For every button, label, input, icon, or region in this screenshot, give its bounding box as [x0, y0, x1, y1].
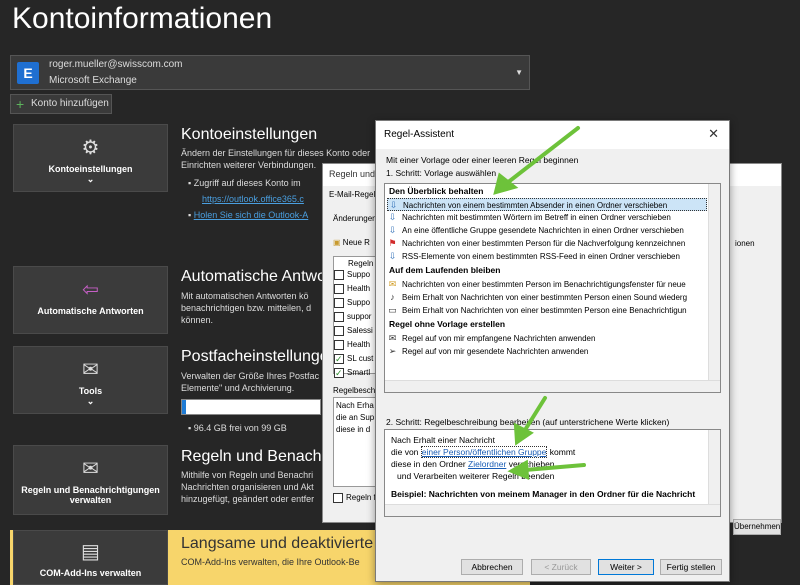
- annotation-arrow: [523, 463, 586, 472]
- annotation-arrow: [505, 126, 580, 185]
- annotation-arrows: [493, 126, 586, 481]
- annotation-arrow: [523, 396, 547, 432]
- arrowhead-icon: [507, 459, 530, 481]
